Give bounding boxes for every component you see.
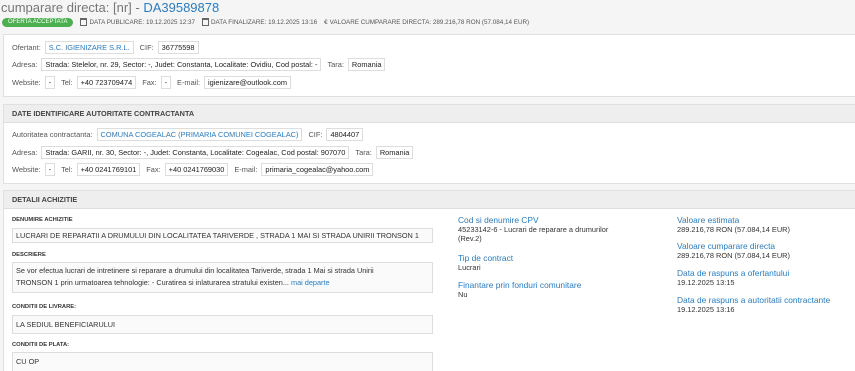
title-prefix: cumparare directa: [nr] - <box>1 0 144 15</box>
cpv-block: Cod si denumire CPV 45233142-6 - Lucrari… <box>458 215 609 243</box>
title-label: DENUMIRE ACHIZITIE <box>12 217 73 223</box>
procurement-description: Se vor efectua lucrari de intretinere si… <box>12 262 433 293</box>
authority-country: Romania <box>375 146 414 159</box>
purchase-value-block: Valoare cumparare directa 289.216,78 RON… <box>677 241 790 260</box>
bidder-phone: +40 723709474 <box>76 76 137 89</box>
status-badge: OFERTA ACCEPTATA <box>2 17 74 27</box>
authority-response-block: Data de raspuns a autoritatii contractan… <box>677 295 831 314</box>
bidder-fax: - <box>160 76 172 89</box>
authority-email: primaria_cogealac@yahoo.com <box>261 163 374 176</box>
bidder-cif: 36775598 <box>157 41 199 54</box>
payment-label: CONDITII DE PLATA: <box>12 342 70 348</box>
direct-purchase-value: € VALOARE CUMPARARE DIRECTA: 289.216,78 R… <box>324 18 530 26</box>
calendar-icon <box>80 18 88 26</box>
authority-name-link[interactable]: COMUNA COGEALAC (PRIMARIA COMUNEI COGEAL… <box>96 128 303 141</box>
delivery-label: CONDITII DE LIVRARE: <box>12 304 77 310</box>
contract-type-block: Tip de contract Lucrari <box>458 253 514 272</box>
details-panel: DETALII ACHIZITIE DENUMIRE ACHIZITIE LUC… <box>3 190 855 371</box>
authority-address-row: Adresa: Strada: GARII, nr. 30, Sector: -… <box>12 146 419 159</box>
bidder-row: Ofertant: S.C. IGIENIZARE S.R.L. CIF: 36… <box>12 41 205 54</box>
bidder-response-block: Data de raspuns a ofertantului 19.12.202… <box>677 268 790 287</box>
payment-conditions: CU OP <box>12 352 433 371</box>
authority-contact-row: Website: - Tel: +40 0241769101 Fax: +40 … <box>12 163 379 176</box>
bidder-address-row: Adresa: Strada: Stelelor, nr. 29, Sector… <box>12 58 391 71</box>
authority-row: Autoritatea contractanta: COMUNA COGEALA… <box>12 128 369 141</box>
description-label: DESCRIERE <box>12 252 46 258</box>
euro-icon: € <box>324 18 328 26</box>
read-more-link[interactable]: mai departe <box>291 278 330 287</box>
bidder-name-link[interactable]: S.C. IGIENIZARE S.R.L. <box>44 41 134 54</box>
authority-section-title: DATE IDENTIFICARE AUTORITATE CONTRACTANT… <box>4 105 855 123</box>
estimated-value-block: Valoare estimata 289.216,78 RON (57.084,… <box>677 215 790 234</box>
bidder-email: igienizare@outlook.com <box>204 76 292 89</box>
page-title: cumparare directa: [nr] - DA39589878 <box>1 0 219 16</box>
meta-bar: OFERTA ACCEPTATA DATA PUBLICARE: 19.12.2… <box>2 17 536 27</box>
bidder-contact-row: Website: - Tel: +40 723709474 Fax: - E-m… <box>12 76 297 89</box>
authority-fax: +40 0241769030 <box>164 163 229 176</box>
eu-funding-block: Finantare prin fonduri comunitare Nu <box>458 280 582 299</box>
bidder-address: Strada: Stelelor, nr. 29, Sector: -, Jud… <box>41 58 322 71</box>
bidder-country: Romania <box>347 58 386 71</box>
procurement-title: LUCRARI DE REPARATII A DRUMULUI DIN LOCA… <box>12 228 433 243</box>
finalization-date: DATA FINALIZARE: 19.12.2025 13:16 <box>201 18 317 26</box>
calendar-icon <box>201 18 209 26</box>
delivery-conditions: LA SEDIUL BENEFICIARULUI <box>12 315 433 334</box>
details-section-title: DETALII ACHIZITIE <box>4 191 855 209</box>
authority-phone: +40 0241769101 <box>76 163 141 176</box>
bidder-website: - <box>44 76 56 89</box>
page-header: cumparare directa: [nr] - DA39589878 OFE… <box>0 0 855 30</box>
procurement-code-link[interactable]: DA39589878 <box>143 0 219 15</box>
authority-address: Strada: GARII, nr. 30, Sector: -, Judet:… <box>41 146 350 159</box>
publication-date: DATA PUBLICARE: 19.12.2025 12:37 <box>80 18 195 26</box>
bidder-panel: Ofertant: S.C. IGIENIZARE S.R.L. CIF: 36… <box>3 34 855 97</box>
authority-panel: DATE IDENTIFICARE AUTORITATE CONTRACTANT… <box>3 104 855 184</box>
authority-website: - <box>44 163 56 176</box>
authority-cif: 4804407 <box>326 128 364 141</box>
